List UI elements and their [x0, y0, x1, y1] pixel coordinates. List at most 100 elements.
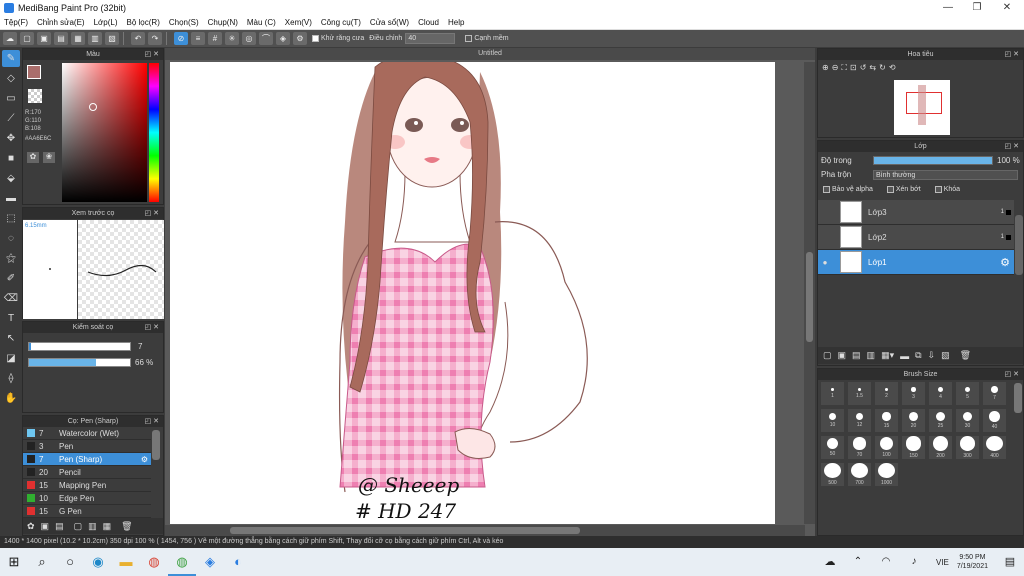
menu-window[interactable]: Cửa sổ(W)	[370, 18, 409, 27]
zoom-out-icon[interactable]: ⊖	[832, 63, 839, 73]
notification-icon[interactable]: ▤	[996, 548, 1024, 576]
canvas-tab[interactable]: Untitled	[165, 48, 815, 60]
text-icon[interactable]: T	[2, 310, 20, 327]
rotate-right-icon[interactable]: ↻	[879, 63, 886, 73]
brush-list-item[interactable]: 7 Watercolor (Wet)	[23, 427, 151, 440]
brush-size-option[interactable]: 100	[875, 436, 898, 459]
brush-size-option[interactable]: 10	[821, 409, 844, 432]
cross-ruler-icon[interactable]: #	[208, 32, 222, 45]
brush-size-option[interactable]: 400	[983, 436, 1006, 459]
lasso-icon[interactable]: ◌	[2, 230, 20, 247]
new-layer-icon[interactable]: ▢	[823, 350, 832, 361]
brush-size-option[interactable]: 300	[956, 436, 979, 459]
windows-start-icon[interactable]: ⊞	[0, 548, 28, 576]
palette-icon[interactable]: ✿	[27, 152, 39, 163]
brush-settings-icon[interactable]: ▢	[74, 521, 83, 532]
correction-input[interactable]: 40	[405, 33, 456, 44]
move-icon[interactable]: ✥	[2, 130, 20, 147]
brush-size-option[interactable]: 150	[902, 436, 925, 459]
navigator-thumbnail[interactable]	[894, 80, 950, 135]
brush-size-option[interactable]: 30	[956, 409, 979, 432]
divide-icon[interactable]: ◪	[2, 350, 20, 367]
brush-size-option[interactable]: 15	[875, 409, 898, 432]
redo-icon[interactable]: ↷	[148, 32, 162, 45]
flip-icon[interactable]: ⇆	[869, 63, 876, 73]
layer-row[interactable]: Lớp3 1	[818, 200, 1014, 225]
new-1bit-layer-icon[interactable]: ▥	[867, 350, 876, 361]
fill-rect-icon[interactable]: ■	[2, 150, 20, 167]
brush-export-icon[interactable]: ▦	[103, 521, 112, 532]
canvas-vertical-scrollbar[interactable]	[804, 62, 815, 524]
fit-icon[interactable]: ⛶	[841, 63, 847, 73]
brush-size-scrollbar[interactable]	[1014, 383, 1022, 413]
brush-size-option[interactable]: 5	[956, 382, 979, 405]
layer-opacity-slider[interactable]	[873, 156, 993, 165]
clock[interactable]: 9:50 PM 7/19/2021	[957, 553, 988, 571]
reset-icon[interactable]: ⟲	[889, 63, 896, 73]
brush-list-item[interactable]: 10 Edge Pen	[23, 492, 151, 505]
menu-cloud[interactable]: Cloud	[418, 18, 439, 27]
fill-icon[interactable]: ▧	[105, 32, 119, 45]
menu-edit[interactable]: Chỉnh sửa(E)	[37, 18, 85, 27]
parallel-ruler-icon[interactable]: ≡	[191, 32, 205, 45]
minimize-button[interactable]: —	[933, 0, 963, 16]
opacity-slider[interactable]	[28, 358, 131, 367]
brush-size-option[interactable]: 25	[929, 409, 952, 432]
menu-select[interactable]: Chọn(S)	[169, 18, 199, 27]
add-brush-icon[interactable]: ✿	[27, 521, 35, 532]
menu-help[interactable]: Help	[448, 18, 464, 27]
add-layer-menu-icon[interactable]: ▦▾	[881, 350, 894, 361]
comment-icon[interactable]: ▤	[54, 32, 68, 45]
layer-folder-icon[interactable]: ▬	[900, 351, 909, 361]
brush-size-option[interactable]: 2	[875, 382, 898, 405]
edge-icon[interactable]: ◉	[84, 548, 112, 576]
grid-icon[interactable]: ▦	[71, 32, 85, 45]
saturation-value-picker[interactable]	[62, 63, 147, 202]
cloud-icon[interactable]: ☁	[3, 32, 17, 45]
brush-delete-icon[interactable]: 🗑	[121, 521, 132, 532]
brush-size-option[interactable]: 1000	[875, 463, 898, 486]
color-wheel-icon[interactable]: ❀	[43, 152, 55, 163]
layer-settings-icon[interactable]: ⚙	[1000, 256, 1010, 269]
eyedropper-icon[interactable]: ⟠	[2, 370, 20, 387]
brush-size-option[interactable]: 12	[848, 409, 871, 432]
brush-size-option[interactable]: 20	[902, 409, 925, 432]
blend-mode-select[interactable]: Bình thường	[873, 169, 1018, 180]
brush-size-option[interactable]: 500	[821, 463, 844, 486]
menu-tools[interactable]: Công cụ(T)	[321, 18, 361, 27]
protect-alpha-checkbox[interactable]	[823, 186, 830, 193]
menu-filter[interactable]: Bộ lọc(R)	[127, 18, 160, 27]
brush-list-scrollbar[interactable]	[152, 430, 160, 460]
layer-row[interactable]: Lớp2 1	[818, 225, 1014, 250]
settings-ruler-icon[interactable]: ⚙	[293, 32, 307, 45]
brush-list-item[interactable]: 15 Mapping Pen	[23, 479, 151, 492]
merge-down-icon[interactable]: ⇩	[928, 350, 936, 361]
brush-tool-icon[interactable]: ✎	[2, 50, 20, 67]
concentric-ruler-icon[interactable]: ◎	[242, 32, 256, 45]
brush-size-option[interactable]: 200	[929, 436, 952, 459]
menu-file[interactable]: Tệp(F)	[4, 18, 28, 27]
brush-size-option[interactable]: 50	[821, 436, 844, 459]
layer-scrollbar[interactable]	[1015, 215, 1023, 275]
layers-icon[interactable]: ▥	[88, 32, 102, 45]
drawing-canvas[interactable]: @ Sheeep # HD 247	[170, 62, 775, 524]
select-pen-icon[interactable]: ✐	[2, 270, 20, 287]
brush-settings-gear-icon[interactable]: ⚙	[141, 455, 148, 464]
new-halftone-layer-icon[interactable]: ▣	[838, 350, 847, 361]
brush-size-option[interactable]: 70	[848, 436, 871, 459]
network-tray-icon[interactable]: ⌃	[844, 548, 872, 576]
brush-size-option[interactable]: 1	[821, 382, 844, 405]
brush-folder-icon[interactable]: ▣	[41, 521, 50, 532]
select-icon[interactable]: ⬚	[2, 210, 20, 227]
brush-list-item[interactable]: 3 Pen	[23, 440, 151, 453]
clipping-checkbox[interactable]	[886, 186, 894, 193]
bucket-icon[interactable]: ⬙	[2, 170, 20, 187]
new-file-icon[interactable]: ▢	[20, 32, 34, 45]
close-button[interactable]: ✕	[992, 0, 1022, 16]
brush-size-option[interactable]: 3	[902, 382, 925, 405]
actual-size-icon[interactable]: ⊡	[850, 63, 857, 73]
gradient-icon[interactable]: ▬	[2, 190, 20, 207]
pen-icon[interactable]: ⟋	[2, 110, 20, 127]
delete-layer-icon[interactable]: 🗑	[960, 350, 971, 361]
menu-color[interactable]: Màu (C)	[247, 18, 276, 27]
